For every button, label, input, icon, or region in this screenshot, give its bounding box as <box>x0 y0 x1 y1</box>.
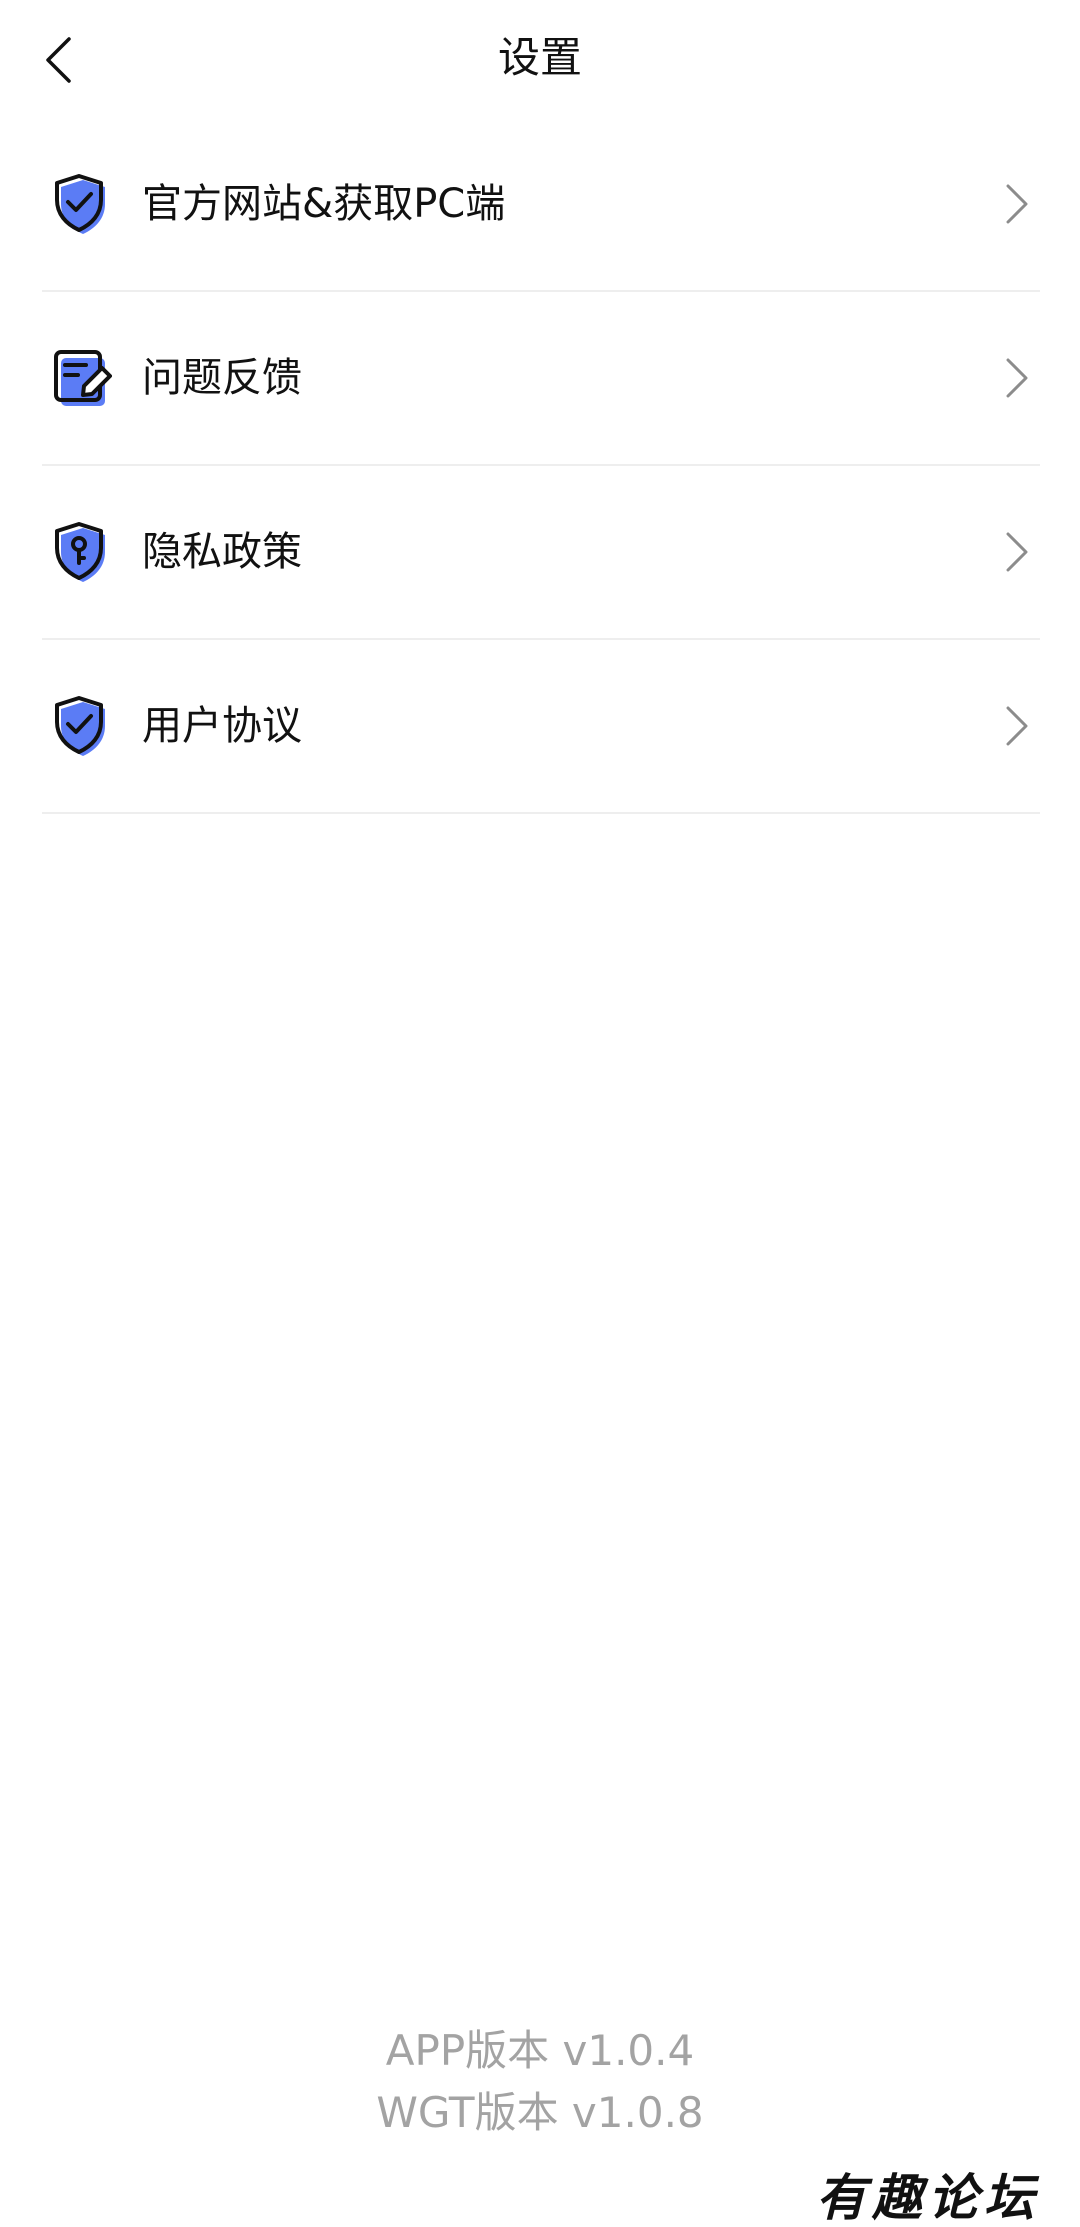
wgt-version-text: WGT版本 v1.0.8 <box>376 2088 704 2137</box>
chevron-right-icon <box>1006 532 1028 572</box>
app-version-text: APP版本 v1.0.4 <box>385 2026 695 2075</box>
settings-menu: 官方网站&获取PC端 问题反馈 隐私政策 用户协议 <box>42 118 1040 814</box>
menu-item-label: 问题反馈 <box>142 355 302 401</box>
edit-note-icon <box>54 350 112 406</box>
menu-item-label: 官方网站&获取PC端 <box>142 181 506 227</box>
chevron-right-icon <box>1006 706 1028 746</box>
chevron-right-icon <box>1006 184 1028 224</box>
top-bar: 设置 <box>0 0 1080 120</box>
shield-key-icon <box>55 522 105 582</box>
shield-check-icon <box>55 174 105 234</box>
menu-item-official-website[interactable]: 官方网站&获取PC端 <box>42 118 1040 292</box>
menu-item-user-agreement[interactable]: 用户协议 <box>42 640 1040 814</box>
chevron-right-icon <box>1006 358 1028 398</box>
watermark: 有趣论坛 <box>816 2168 1040 2227</box>
page-title: 设置 <box>497 33 582 82</box>
menu-item-label: 隐私政策 <box>142 529 302 575</box>
shield-check-icon <box>55 696 105 756</box>
menu-item-feedback[interactable]: 问题反馈 <box>42 292 1040 466</box>
version-info: APP版本 v1.0.4 WGT版本 v1.0.8 <box>0 2020 1080 2144</box>
menu-item-label: 用户协议 <box>142 703 302 749</box>
menu-item-privacy-policy[interactable]: 隐私政策 <box>42 466 1040 640</box>
